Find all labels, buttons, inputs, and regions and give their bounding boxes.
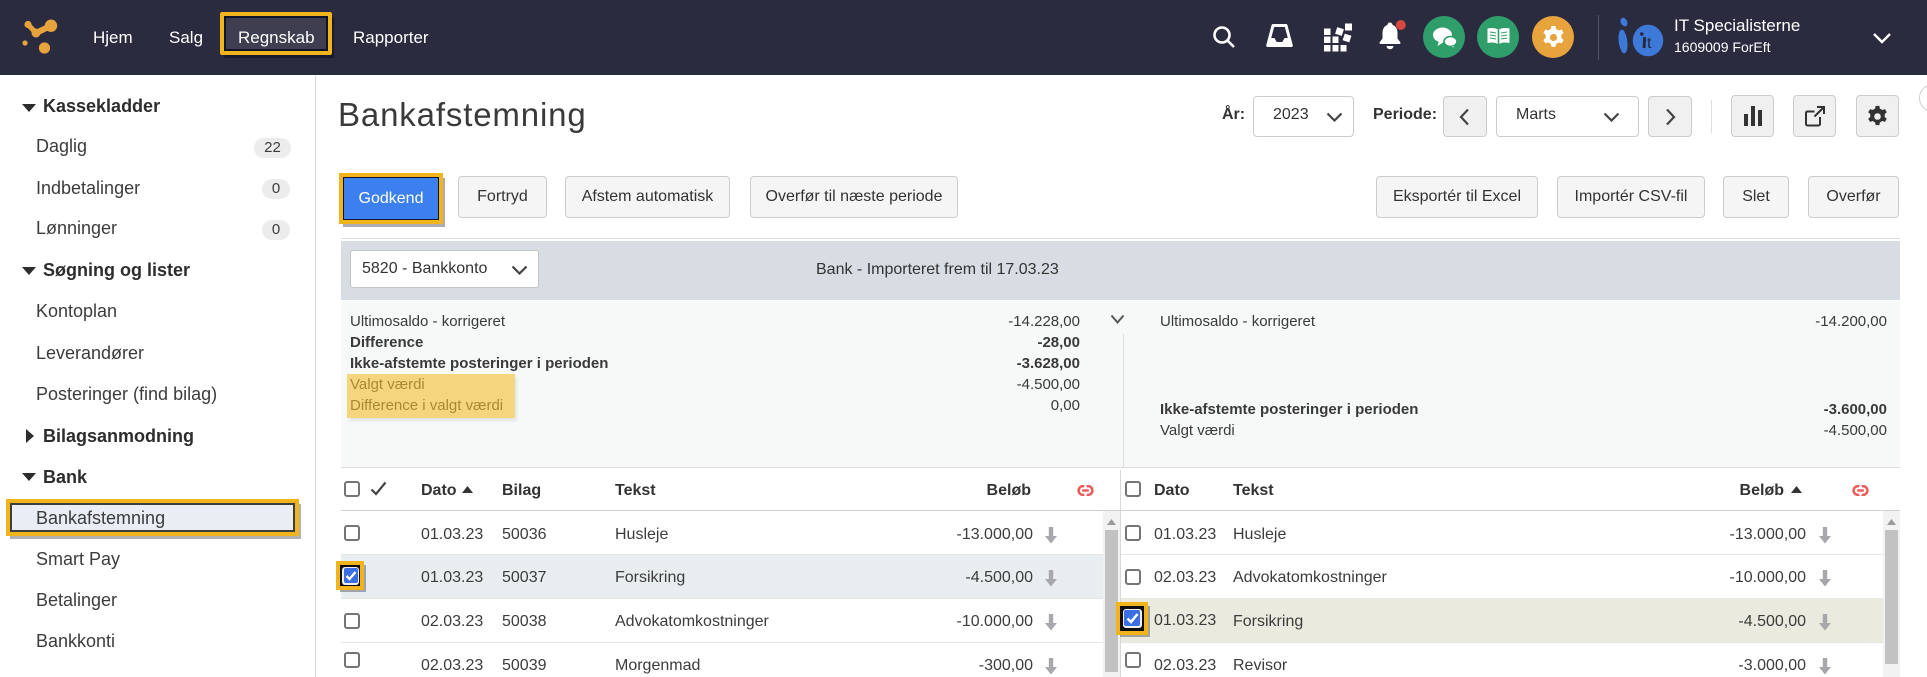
svg-text:t: t (1647, 35, 1652, 52)
